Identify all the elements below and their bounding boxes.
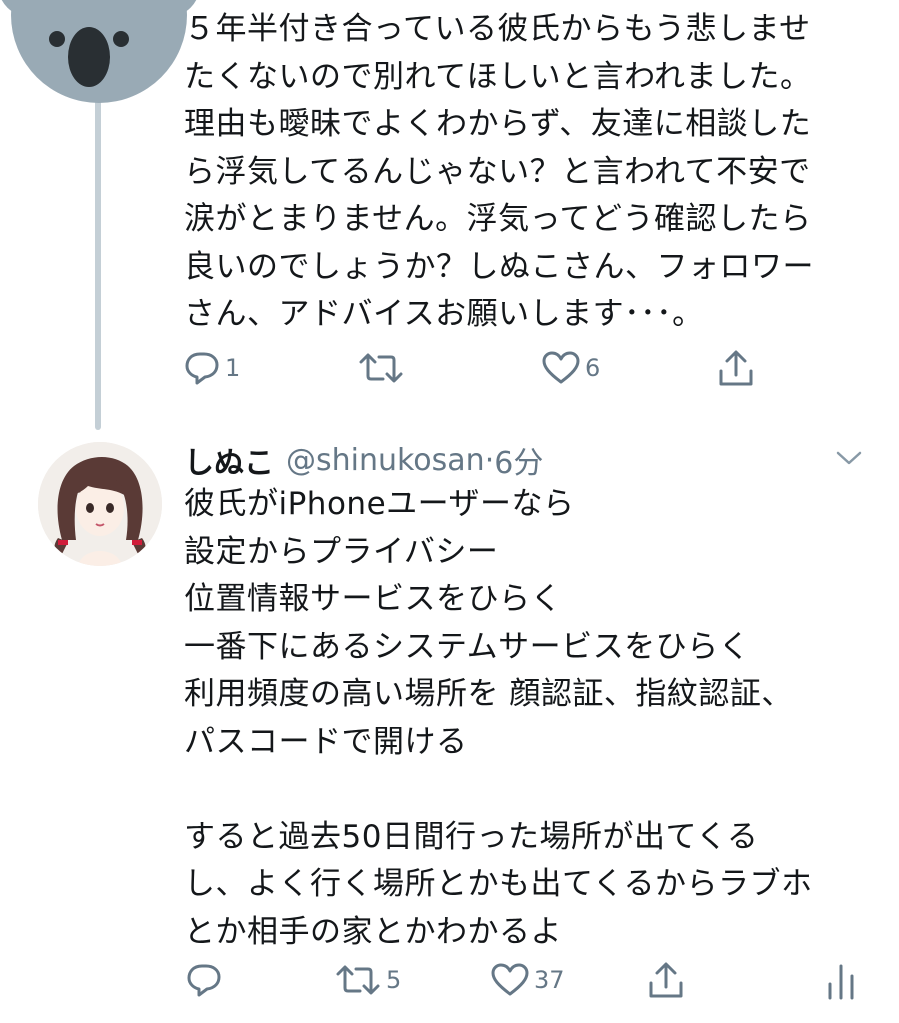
retweet-count: 5	[386, 966, 402, 994]
tweet-text: ５年半付き合っている彼氏からもう悲しませ たくないので別れてほしいと言われました…	[184, 11, 814, 332]
reply-icon	[185, 352, 219, 385]
heart-icon	[491, 963, 529, 996]
like-button[interactable]: 37	[490, 962, 565, 998]
analytics-button[interactable]	[826, 962, 856, 1000]
more-options-button[interactable]	[834, 446, 864, 474]
share-button[interactable]	[716, 348, 756, 388]
retweet-button[interactable]	[357, 350, 409, 386]
like-count: 37	[534, 966, 565, 994]
reply-count: 1	[225, 354, 241, 382]
reply-icon	[187, 964, 221, 997]
like-button[interactable]: 6	[541, 350, 600, 386]
avatar[interactable]	[38, 442, 162, 566]
display-name[interactable]: しぬこ	[184, 438, 274, 482]
koala-avatar-icon[interactable]	[0, 0, 200, 105]
retweet-button[interactable]: 5	[334, 962, 401, 998]
tweet-header: しぬこ @shinukosan · 6分	[184, 436, 543, 484]
separator-dot: ·	[484, 442, 495, 478]
retweet-icon	[336, 965, 380, 995]
reply-button[interactable]	[185, 962, 227, 998]
tweet-timestamp[interactable]: 6分	[494, 438, 543, 482]
heart-icon	[542, 351, 580, 384]
retweet-icon	[359, 353, 403, 383]
anime-girl-avatar-icon	[38, 442, 162, 566]
chevron-down-icon	[836, 451, 862, 465]
tweet-text: 彼氏がiPhoneユーザーなら 設定からプライバシー 位置情報サービスをひらく …	[184, 486, 813, 950]
analytics-bars-icon	[828, 964, 854, 1000]
share-icon	[719, 350, 753, 386]
reply-button[interactable]: 1	[183, 350, 240, 386]
share-button[interactable]	[646, 960, 686, 1000]
like-count: 6	[585, 354, 601, 382]
thread-connector-line	[95, 100, 101, 430]
username-handle[interactable]: @shinukosan	[286, 443, 485, 478]
share-icon	[649, 962, 683, 998]
